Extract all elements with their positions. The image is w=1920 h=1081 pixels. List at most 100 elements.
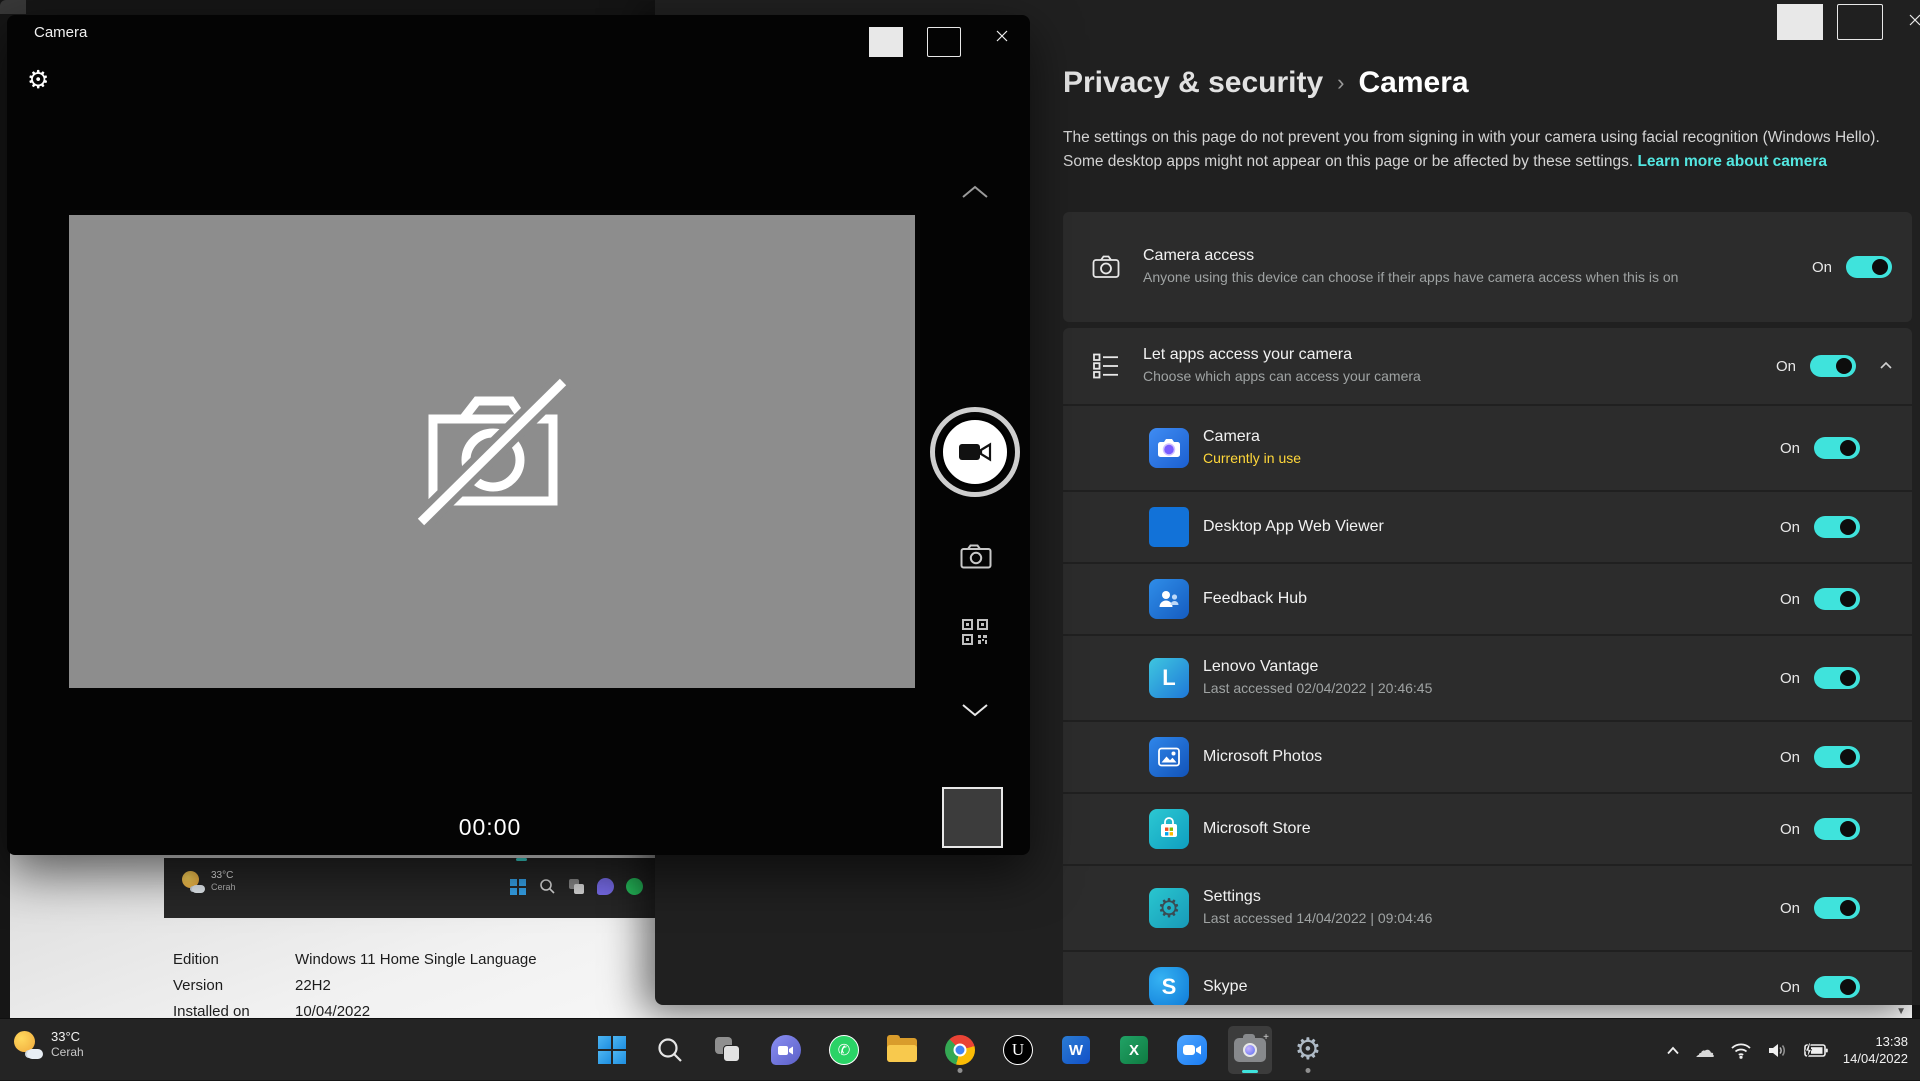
toggle-state-label: On (1780, 749, 1800, 766)
clock-time: 13:38 (1843, 1033, 1908, 1050)
camera-outline-icon (1091, 252, 1121, 282)
camera-app-window: Camera ⚙ (7, 15, 1030, 855)
search-button[interactable] (648, 1026, 692, 1074)
desktop-app-web-viewer-toggle[interactable] (1814, 516, 1860, 538)
camera-access-toggle[interactable] (1846, 256, 1892, 278)
spec-label: Installed on (173, 1003, 295, 1020)
microsoft-store-toggle[interactable] (1814, 818, 1860, 840)
toggle-state-label: On (1780, 670, 1800, 687)
breadcrumb-privacy-security[interactable]: Privacy & security (1063, 66, 1323, 100)
learn-more-link[interactable]: Learn more about camera (1637, 153, 1827, 170)
settings-app-icon: ⚙ (1149, 888, 1189, 928)
file-explorer-icon (887, 1038, 917, 1062)
mini-start-icon (510, 878, 527, 895)
chrome-icon (945, 1035, 975, 1065)
chat-icon (771, 1035, 801, 1065)
volume-icon[interactable] (1767, 1042, 1787, 1059)
app-row-microsoft-photos: Microsoft Photos On (1063, 722, 1912, 792)
let-apps-toggle[interactable] (1810, 355, 1856, 377)
camera-taskbar-button[interactable]: + (1228, 1026, 1272, 1074)
chat-button[interactable] (764, 1026, 808, 1074)
camera-settings-gear-icon[interactable]: ⚙ (27, 65, 49, 95)
let-apps-description: Choose which apps can access your camera (1143, 367, 1776, 386)
task-view-button[interactable] (706, 1026, 750, 1074)
onedrive-icon[interactable]: ☁ (1695, 1038, 1715, 1063)
spec-value: 10/04/2022 (295, 1003, 370, 1020)
wifi-icon[interactable] (1730, 1042, 1752, 1059)
file-explorer-button[interactable] (880, 1026, 924, 1074)
apps-list-icon (1091, 351, 1121, 381)
barcode-scan-button[interactable] (961, 618, 989, 651)
chevron-down-icon[interactable] (959, 701, 991, 724)
app-name: Feedback Hub (1203, 590, 1780, 608)
mini-weather-condition: Cerah (211, 882, 236, 893)
weather-condition: Cerah (51, 1045, 84, 1060)
microsoft-photos-toggle[interactable] (1814, 746, 1860, 768)
camera-access-description: Anyone using this device can choose if t… (1143, 268, 1812, 287)
app-name: Microsoft Store (1203, 820, 1780, 838)
maximize-button[interactable] (927, 21, 961, 51)
unreal-engine-icon: U (1003, 1035, 1033, 1065)
mini-weather-temp: 33°C (211, 870, 236, 882)
app-status: Currently in use (1203, 449, 1780, 468)
spec-value: 22H2 (295, 977, 331, 994)
toggle-state-label: On (1776, 358, 1796, 375)
word-icon: W (1062, 1036, 1090, 1064)
clock[interactable]: 13:38 14/04/2022 (1843, 1033, 1908, 1067)
weather-widget[interactable]: 33°C Cerah (14, 1029, 84, 1060)
video-camera-icon (958, 441, 992, 463)
mini-weather-widget: 33°C Cerah (182, 870, 236, 893)
feedback-hub-toggle[interactable] (1814, 588, 1860, 610)
mini-active-indicator (516, 858, 527, 861)
close-button[interactable] (985, 21, 1019, 51)
camera-taskbar-icon: + (1234, 1038, 1266, 1062)
app-name: Settings (1203, 888, 1780, 906)
taskbar-icons: ✆ U W X + ⚙ (590, 1019, 1330, 1081)
app-name: Desktop App Web Viewer (1203, 518, 1780, 536)
camera-access-row: Camera access Anyone using this device c… (1063, 212, 1912, 322)
lenovo-vantage-toggle[interactable] (1814, 667, 1860, 689)
camera-roll-thumbnail[interactable] (942, 787, 1003, 848)
whatsapp-icon: ✆ (829, 1035, 859, 1065)
settings-gear-icon: ⚙ (1295, 1035, 1322, 1065)
take-photo-button[interactable] (960, 543, 992, 574)
skype-toggle[interactable] (1814, 976, 1860, 998)
start-button[interactable] (590, 1026, 634, 1074)
feedback-hub-icon (1149, 579, 1189, 619)
excel-button[interactable]: X (1112, 1026, 1156, 1074)
desktop-app-web-viewer-icon (1149, 507, 1189, 547)
camera-access-title: Camera access (1143, 247, 1812, 265)
tray-chevron-up-icon[interactable] (1666, 1046, 1680, 1055)
let-apps-access-row[interactable]: Let apps access your camera Choose which… (1063, 328, 1912, 404)
camera-app-toggle[interactable] (1814, 437, 1860, 459)
chevron-up-icon[interactable] (1878, 358, 1894, 374)
app-row-settings: ⚙ Settings Last accessed 14/04/2022 | 09… (1063, 866, 1912, 950)
battery-charging-icon[interactable] (1802, 1043, 1828, 1058)
chrome-button[interactable] (938, 1026, 982, 1074)
toggle-state-label: On (1780, 440, 1800, 457)
unreal-engine-button[interactable]: U (996, 1026, 1040, 1074)
chevron-up-icon[interactable] (959, 183, 991, 206)
zoom-button[interactable] (1170, 1026, 1214, 1074)
weather-icon (14, 1031, 42, 1059)
search-icon (656, 1036, 684, 1064)
minimize-button[interactable] (869, 21, 903, 51)
whatsapp-button[interactable]: ✆ (822, 1026, 866, 1074)
page-description: The settings on this page do not prevent… (1063, 126, 1901, 174)
skype-icon: S (1149, 967, 1189, 1005)
camera-window-title: Camera (34, 24, 87, 41)
settings-taskbar-button[interactable]: ⚙ (1286, 1026, 1330, 1074)
mini-weather-icon (182, 871, 204, 893)
app-row-skype: S Skype On (1063, 952, 1912, 1005)
scroll-down-icon[interactable]: ▼ (1896, 1006, 1906, 1017)
running-indicator (958, 1068, 963, 1073)
active-app-indicator (1242, 1070, 1258, 1073)
app-name: Skype (1203, 978, 1780, 996)
word-button[interactable]: W (1054, 1026, 1098, 1074)
breadcrumb-separator: › (1337, 70, 1344, 96)
clock-date: 14/04/2022 (1843, 1050, 1908, 1067)
settings-app-toggle[interactable] (1814, 897, 1860, 919)
record-video-button[interactable] (930, 407, 1020, 497)
toggle-state-label: On (1780, 519, 1800, 536)
app-row-desktop-app-web-viewer: Desktop App Web Viewer On (1063, 492, 1912, 562)
